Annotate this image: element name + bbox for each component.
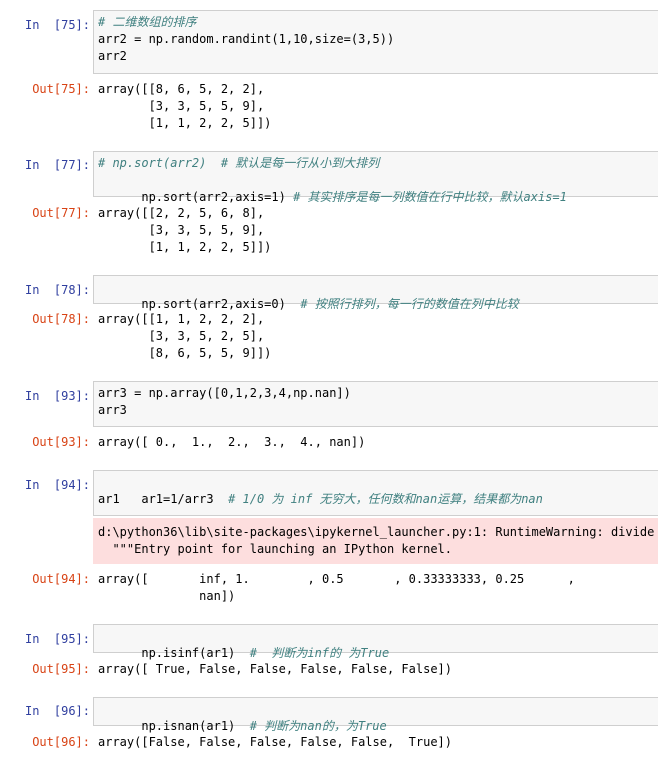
code-comment: # 其实排序是每一列数值在行中比较，默认axis=1 <box>293 190 567 204</box>
output-prompt: Out[93]: <box>32 435 90 449</box>
input-prompt: In [95]: <box>24 632 90 646</box>
stderr-output: d:\python36\lib\site-packages\ipykernel_… <box>93 518 658 564</box>
code-text: ar1=1/arr3 <box>141 492 229 506</box>
stderr-line: d:\python36\lib\site-packages\ipykernel_… <box>98 525 658 539</box>
code-comment: # 按照行排列，每一行的数值在列中比较 <box>300 297 519 311</box>
code-text: np.isinf(ar1) <box>141 646 250 660</box>
code-input-area[interactable]: # 二维数组的排序 arr2 = np.random.randint(1,10,… <box>93 10 658 74</box>
code-line: arr2 = np.random.randint(1,10,size=(3,5)… <box>98 32 395 46</box>
code-input-area[interactable]: ar1=1/arr3 # 1/0 为 inf 无穷大，任何数和nan运算，结果都… <box>93 470 658 516</box>
output-line: [3, 3, 5, 2, 5], <box>98 329 265 343</box>
code-input-area[interactable]: # np.sort(arr2) # 默认是每一行从小到大排列 np.sort(a… <box>93 151 658 204</box>
output-line: [3, 3, 5, 5, 9], <box>98 223 265 237</box>
code-comment: # 1/0 为 inf 无穷大，任何数和nan运算，结果都为nan <box>228 492 543 506</box>
cell-output: array([ inf, 1. , 0.5 , 0.33333333, 0.25… <box>98 571 658 605</box>
output-line: [1, 1, 2, 2, 5]]) <box>98 240 272 254</box>
output-prompt: Out[96]: <box>32 735 90 749</box>
input-prompt: In [94]: <box>24 478 90 492</box>
output-prompt: Out[95]: <box>32 662 90 676</box>
code-line: np.sort(arr2,axis=1) # 其实排序是每一列数值在行中比较，默… <box>98 172 654 204</box>
output-line: array([[1, 1, 2, 2, 2], <box>98 312 265 326</box>
code-input-area[interactable]: np.isnan(ar1) # 判断为nan的，为True <box>93 697 658 733</box>
output-line: nan]) <box>98 589 236 603</box>
output-line: array([ 0., 1., 2., 3., 4., nan]) <box>98 435 366 449</box>
cell-output: array([[1, 1, 2, 2, 2], [3, 3, 5, 2, 5],… <box>98 311 658 362</box>
code-text: np.sort(arr2,axis=1) <box>141 190 294 204</box>
code-line: arr3 = np.array([0,1,2,3,4,np.nan]) <box>98 386 351 400</box>
code-line: # 二维数组的排序 <box>98 15 197 29</box>
output-line: [8, 6, 5, 5, 9]]) <box>98 346 272 360</box>
code-line: np.isinf(ar1) # 判断为inf的 为True <box>98 628 654 660</box>
output-line: [1, 1, 2, 2, 5]]) <box>98 116 272 130</box>
code-line: # np.sort(arr2) # 默认是每一行从小到大排列 <box>98 156 380 170</box>
input-prompt: In [96]: <box>24 704 90 718</box>
code-line: np.sort(arr2,axis=0) # 按照行排列，每一行的数值在列中比较 <box>98 279 654 311</box>
output-line: [3, 3, 5, 5, 9], <box>98 99 265 113</box>
cell-output: array([[2, 2, 5, 6, 8], [3, 3, 5, 5, 9],… <box>98 205 658 256</box>
code-input-area[interactable]: np.isinf(ar1) # 判断为inf的 为True <box>93 624 658 660</box>
output-line: array([ True, False, False, False, False… <box>98 662 453 676</box>
code-line: arr3 <box>98 403 127 417</box>
input-prompt: In [77]: <box>24 158 90 172</box>
input-prompt: In [78]: <box>24 283 90 297</box>
cell-output: array([[8, 6, 5, 2, 2], [3, 3, 5, 5, 9],… <box>98 81 658 132</box>
input-prompt: In [93]: <box>24 389 90 403</box>
output-line: array([[2, 2, 5, 6, 8], <box>98 206 265 220</box>
cell-output: array([ 0., 1., 2., 3., 4., nan]) <box>98 434 658 451</box>
code-line: arr2 <box>98 49 127 63</box>
cell-output: array([False, False, False, False, False… <box>98 734 658 751</box>
code-comment: # 判断为nan的，为True <box>249 719 387 733</box>
cell-output: array([ True, False, False, False, False… <box>98 661 658 678</box>
code-text: np.sort(arr2,axis=0) <box>141 297 301 311</box>
output-line: array([ inf, 1. , 0.5 , 0.33333333, 0.25… <box>98 572 575 586</box>
output-prompt: Out[75]: <box>32 82 90 96</box>
output-prompt: Out[94]: <box>32 572 90 586</box>
input-prompt: In [75]: <box>24 18 90 32</box>
code-text: np.isnan(ar1) <box>141 719 250 733</box>
code-input-area[interactable]: arr3 = np.array([0,1,2,3,4,np.nan]) arr3 <box>93 381 658 427</box>
output-line: array([False, False, False, False, False… <box>98 735 453 749</box>
output-prompt: Out[77]: <box>32 206 90 220</box>
output-prompt: Out[78]: <box>32 312 90 326</box>
stderr-line: """Entry point for launching an IPython … <box>98 542 453 556</box>
code-line: np.isnan(ar1) # 判断为nan的，为True <box>98 701 654 733</box>
output-line: array([[8, 6, 5, 2, 2], <box>98 82 265 96</box>
code-input-area[interactable]: np.sort(arr2,axis=0) # 按照行排列，每一行的数值在列中比较 <box>93 275 658 311</box>
code-line: ar1=1/arr3 # 1/0 为 inf 无穷大，任何数和nan运算，结果都… <box>98 474 654 506</box>
code-comment: # 判断为inf的 为True <box>249 646 390 660</box>
